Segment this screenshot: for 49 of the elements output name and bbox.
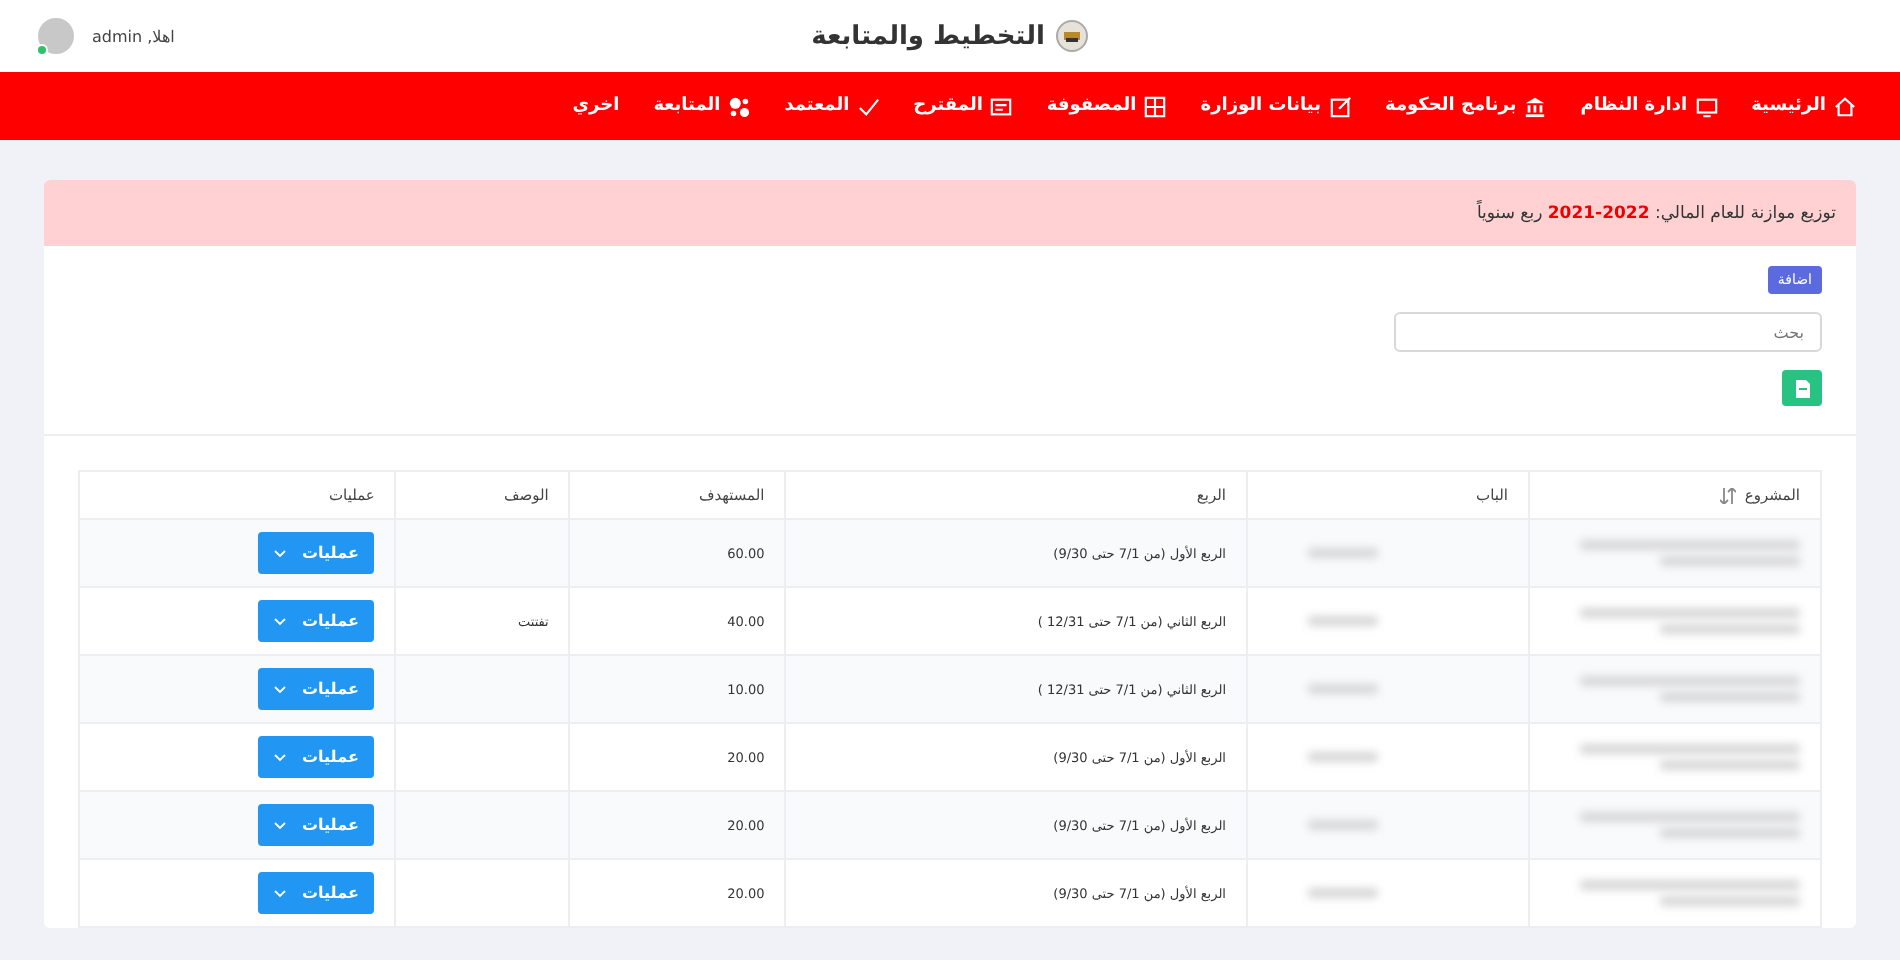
blurred-text xyxy=(1660,828,1800,838)
nav-link[interactable]: المعتمد xyxy=(784,95,880,117)
caret-icon xyxy=(274,549,287,557)
bank-icon xyxy=(1524,95,1547,117)
blurred-text xyxy=(1660,692,1800,702)
blurred-text xyxy=(1308,548,1378,558)
nav-link[interactable]: ادارة النظام xyxy=(1580,95,1718,117)
grid-icon xyxy=(1144,95,1167,117)
blurred-text xyxy=(1308,820,1378,830)
nav-link[interactable]: برنامج الحكومة xyxy=(1385,95,1547,117)
actions-dropdown-button[interactable]: عمليات xyxy=(258,532,375,574)
actions-dropdown-button[interactable]: عمليات xyxy=(258,804,375,846)
emblem-logo-icon xyxy=(1056,20,1089,52)
nav-link[interactable]: اخري xyxy=(572,96,620,116)
home-icon xyxy=(1834,95,1856,117)
check-icon xyxy=(857,95,880,117)
caret-icon xyxy=(274,821,287,829)
sort-icon[interactable] xyxy=(1720,487,1737,503)
edit-icon xyxy=(1329,95,1351,117)
actions-dropdown-button[interactable]: عمليات xyxy=(258,600,375,642)
monitor-icon xyxy=(1695,95,1718,117)
gears-icon xyxy=(728,95,751,117)
caret-icon xyxy=(274,889,287,897)
greeting-text: اهلا, admin xyxy=(92,27,175,45)
nav-link[interactable]: الرئيسية xyxy=(1751,95,1856,117)
blurred-text xyxy=(1308,684,1378,694)
actions-dropdown-button[interactable]: عمليات xyxy=(258,736,375,778)
avatar-icon[interactable] xyxy=(36,16,76,56)
blurred-text xyxy=(1660,760,1800,770)
nav-link[interactable]: بيانات الوزارة xyxy=(1200,95,1351,117)
blurred-text xyxy=(1308,616,1378,626)
blurred-text xyxy=(1660,624,1800,634)
search-field[interactable]: بحث xyxy=(1394,312,1822,352)
export-button[interactable] xyxy=(1782,370,1822,406)
caret-icon xyxy=(274,753,287,761)
blurred-text xyxy=(1308,752,1378,762)
blurred-text xyxy=(1660,556,1800,566)
site-title: التخطيط والمتابعة xyxy=(811,21,1045,51)
actions-dropdown-button[interactable]: عمليات xyxy=(258,872,375,914)
caret-icon xyxy=(274,617,287,625)
nav-link[interactable]: المصفوفة xyxy=(1046,95,1167,117)
blurred-text xyxy=(1660,896,1800,906)
blurred-text xyxy=(1308,888,1378,898)
actions-dropdown-button[interactable]: عمليات xyxy=(258,668,375,710)
nav-link[interactable]: المتابعة xyxy=(653,95,751,117)
caret-icon xyxy=(274,685,287,693)
card-icon xyxy=(990,95,1013,117)
nav-link[interactable]: المقترح xyxy=(913,95,1013,117)
file-icon xyxy=(1795,379,1809,397)
